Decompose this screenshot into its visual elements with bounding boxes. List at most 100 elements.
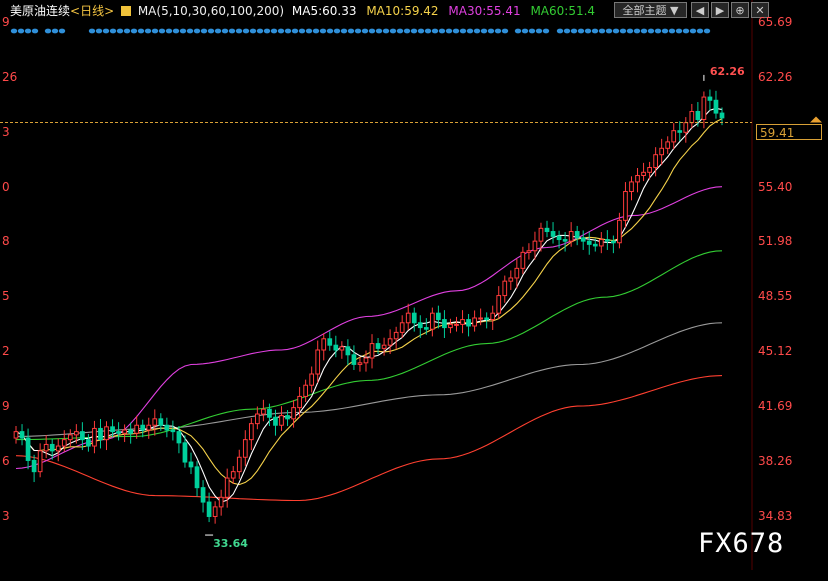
event-dot [535, 28, 543, 34]
event-dot [675, 28, 683, 34]
candle [315, 340, 321, 383]
left-axis-tick: 3 [2, 509, 10, 523]
current-price-arrow-icon [810, 116, 822, 123]
candle [212, 501, 218, 524]
price-chart [0, 0, 822, 570]
event-dot [270, 28, 278, 34]
event-dot [214, 28, 222, 34]
candle [86, 434, 91, 452]
candle [520, 246, 526, 274]
event-dot [612, 28, 620, 34]
event-dot [123, 28, 131, 34]
candle [357, 357, 363, 372]
event-dot [361, 28, 369, 34]
ma5-line [15, 107, 723, 503]
event-dot [228, 28, 236, 34]
event-dot [389, 28, 397, 34]
ma200-line [15, 375, 723, 502]
event-dot [249, 28, 257, 34]
candle [92, 420, 97, 454]
candle [236, 449, 242, 479]
event-dot [487, 28, 495, 34]
zoom-button[interactable]: ⊕ [731, 2, 749, 18]
candle [448, 318, 453, 334]
candle [321, 333, 327, 361]
candle [98, 418, 103, 449]
event-dot [31, 28, 39, 34]
event-dot [570, 28, 578, 34]
candle [387, 329, 393, 355]
event-dot [326, 28, 334, 34]
event-dot [661, 28, 669, 34]
candle [261, 399, 266, 422]
candle [128, 422, 134, 444]
candle [200, 480, 206, 513]
event-dot [619, 28, 627, 34]
event-dot [480, 28, 488, 34]
event-dot [277, 28, 285, 34]
event-dot [689, 28, 697, 34]
left-axis-tick: 6 [2, 454, 10, 469]
candle [242, 430, 248, 467]
event-dot [556, 28, 564, 34]
event-dot [116, 28, 124, 34]
ma30-value: MA30:55.41 [448, 4, 521, 18]
event-dot [305, 28, 313, 34]
event-dot [312, 28, 320, 34]
event-dot [703, 28, 711, 34]
candle [405, 303, 411, 330]
ma60-line [16, 250, 723, 441]
candle [454, 316, 459, 332]
candle [466, 313, 471, 337]
candle [188, 452, 194, 475]
candle [623, 182, 628, 228]
left-axis-tick: 0 [2, 179, 10, 194]
candle [279, 406, 284, 431]
candle [604, 230, 610, 250]
theme-select-label: 全部主题 [622, 4, 667, 17]
left-axis-tick: 9 [2, 399, 10, 414]
high-annotation: 62.26 [709, 64, 745, 78]
event-dot [58, 28, 66, 34]
event-dot [466, 28, 474, 34]
event-dot [375, 28, 383, 34]
event-dot [424, 28, 432, 34]
candle [31, 454, 37, 483]
candle [683, 117, 689, 143]
prev-button[interactable]: ◀ [691, 2, 709, 18]
event-dot [473, 28, 481, 34]
candle [170, 420, 176, 441]
event-dot [242, 28, 250, 34]
candle [399, 315, 405, 338]
left-axis-tick: 2 [2, 344, 10, 359]
theme-select[interactable]: 全部主题 ▼ [614, 2, 687, 18]
event-dot [584, 28, 592, 34]
current-price-value: 59.41 [760, 125, 795, 140]
candle [544, 220, 550, 238]
event-dot [172, 28, 180, 34]
next-button[interactable]: ▶ [711, 2, 729, 18]
candle [19, 424, 25, 446]
event-dot [165, 28, 173, 34]
event-dot [577, 28, 585, 34]
candle [333, 335, 339, 358]
candle [122, 424, 127, 443]
candle [393, 326, 399, 350]
ma-toggle-icon[interactable] [121, 6, 131, 16]
candle [369, 334, 375, 369]
candle [460, 310, 465, 334]
candle [104, 421, 109, 451]
ma60-value: MA60:51.4 [530, 4, 596, 18]
candle [635, 167, 640, 193]
ma30-line [15, 186, 723, 470]
event-dot [44, 28, 52, 34]
low-annotation: 33.64 [213, 537, 248, 551]
event-dot [633, 28, 641, 34]
event-dot [647, 28, 655, 34]
candle [526, 243, 532, 260]
candle [248, 418, 254, 451]
event-dot [179, 28, 187, 34]
candle [194, 461, 200, 497]
event-dot [431, 28, 439, 34]
candle [629, 176, 634, 201]
